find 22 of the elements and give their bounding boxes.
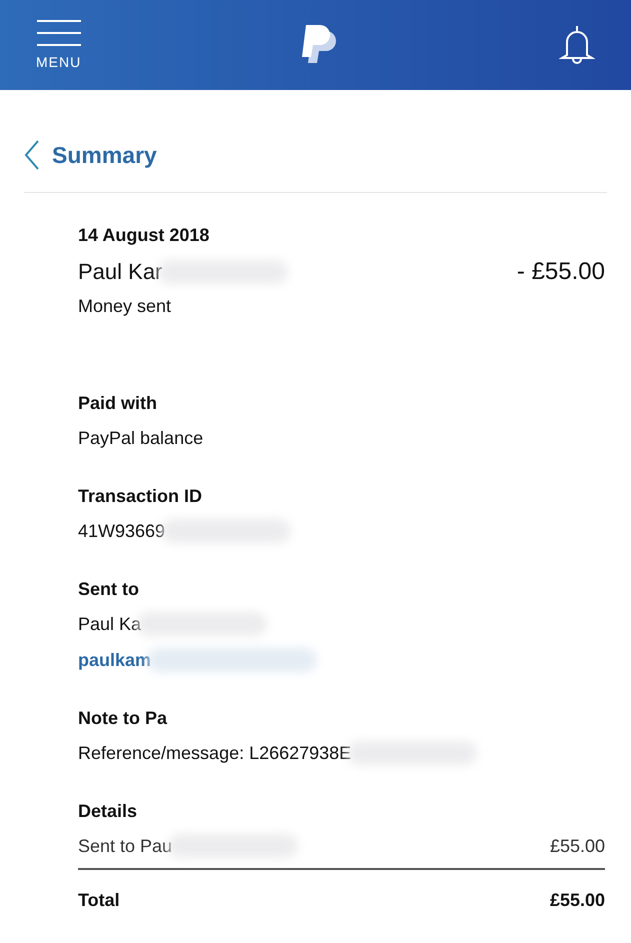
recipient-name: Paul Kar: [78, 259, 162, 285]
section-value: Paul Ka: [78, 614, 142, 634]
total-amount: £55.00: [550, 890, 605, 911]
email-link[interactable]: paulkam: [78, 650, 152, 670]
menu-button[interactable]: MENU: [36, 20, 82, 70]
page-title: Summary: [52, 142, 157, 168]
section-label: Paid with: [78, 393, 158, 414]
transaction-date: 14 August 2018: [78, 225, 210, 246]
detail-description: Sent to Pau: [78, 836, 172, 856]
section-label: Transaction ID: [78, 486, 204, 507]
section-label: Sent to: [78, 579, 140, 600]
detail-amount: £55.00: [550, 836, 605, 856]
total-label: Total: [78, 890, 120, 911]
back-icon[interactable]: [24, 140, 40, 170]
transaction-amount: - £55.00: [516, 258, 605, 286]
transaction-type: Money sent: [78, 296, 172, 317]
section-value: 41W93669: [78, 520, 166, 542]
section-value: PayPal balance: [78, 428, 204, 448]
section-value: Reference/message: L26627938E: [78, 742, 352, 764]
notifications-icon[interactable]: [558, 25, 595, 65]
section-label: Details: [78, 801, 138, 822]
section-label: Note to Pa: [78, 708, 168, 729]
